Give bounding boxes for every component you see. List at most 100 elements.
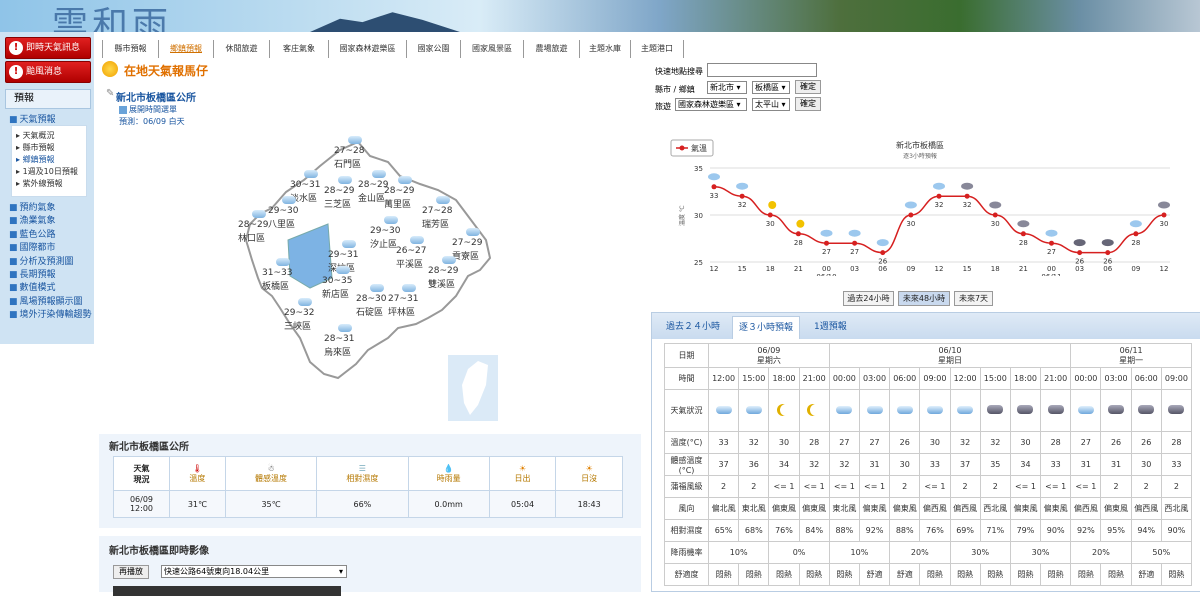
quick-search-input[interactable] [707,63,817,77]
tab-3h-forecast[interactable]: 逐３小時預報 [732,316,801,339]
nav-item[interactable]: 藍色公路 [9,229,93,242]
tab-township-forecast[interactable]: 鄉鎮預報 [158,40,213,58]
confirm-button[interactable]: 確定 [795,80,821,94]
tab-leisure[interactable]: 休閒旅遊 [213,40,269,58]
district-label[interactable]: 三峽區 [284,319,311,332]
weather-cell [1009,389,1042,432]
x-tick-label: 09 [1131,265,1140,273]
district-label[interactable]: 汐止區 [370,237,397,250]
submenu-item[interactable]: ▸ 縣市預報 [12,142,86,154]
district-label[interactable]: 新店區 [322,287,349,300]
travel-type-select[interactable]: 國家森林遊樂區 ▾ [675,98,747,111]
expand-time-menu[interactable]: 展開時間選單 [119,104,177,115]
moon-icon [810,404,822,416]
realtime-weather-button[interactable]: ! 即時天氣訊息 [5,37,91,59]
range-24h-button[interactable]: 過去24小時 [843,291,894,306]
replay-button[interactable]: 再播放 [113,565,149,579]
tab-weekly[interactable]: 1週預報 [814,319,847,332]
district-label[interactable]: 平溪區 [396,257,423,270]
district-label[interactable]: 石碇區 [356,305,383,318]
cloud-icon [336,266,350,274]
district-label[interactable]: 烏來區 [324,345,351,358]
humidity-cell: 76% [919,519,951,542]
district-temp: 29~30 [370,226,401,236]
nav-item[interactable]: 境外汙染傳輸趨勢 [9,309,93,322]
tab-national-park[interactable]: 國家公園 [406,40,460,58]
district-label[interactable]: 板橋區 [262,279,289,292]
submenu-item-current[interactable]: ▸ 鄉鎮預報 [12,154,86,166]
date-label: 06/11 [1041,273,1061,276]
data-label: 26 [1103,258,1112,266]
tab-harbor[interactable]: 主題港口 [630,40,684,58]
nav-submenu: ▸ 天氣概況 ▸ 縣市預報 ▸ 鄉鎮預報 ▸ 1週及10日預報 ▸ 紫外線預報 [11,125,87,197]
table-row: 相對濕度 65% 68% 76% 84% 88% 92% 88% 76% 69% 71% 79% 90%… [664,519,1193,542]
nav-item[interactable]: 數值模式 [9,282,93,295]
weather-cell [828,389,860,432]
humidity-cell: 88% [889,519,921,542]
tab-hakka[interactable]: 客庄氣象 [269,40,328,58]
district-label[interactable]: 三芝區 [324,197,351,210]
data-label: 30 [906,220,915,228]
submenu-item[interactable]: ▸ 天氣概況 [12,130,86,142]
range-48h-button[interactable]: 未來48小時 [898,291,950,306]
data-label: 32 [935,201,944,209]
row-label: 溫度(°C) [664,431,709,454]
beaufort-cell: <= 1 [919,475,951,498]
tab-past-24h[interactable]: 過去２４小時 [666,319,720,332]
tab-forest[interactable]: 國家森林遊樂區 [328,40,406,58]
alert-icon: ! [9,65,23,79]
row-label: 風向 [664,497,709,520]
temp-cell: 27 [1070,431,1102,454]
district-select[interactable]: 板橋區 ▾ [752,81,790,94]
tab-scenic[interactable]: 國家風景區 [460,40,523,58]
district-label[interactable]: 金山區 [358,191,385,204]
chart-subtitle: 逐3小時預報 [903,152,937,160]
typhoon-news-button[interactable]: ! 颱風消息 [5,61,91,83]
site-logo[interactable]: 雲和雨 [52,0,172,32]
district-label[interactable]: 雙溪區 [428,277,455,290]
nav-item[interactable]: 漁業氣象 [9,215,93,228]
nav-item[interactable]: 分析及預測圖 [9,256,93,269]
cloud-icon [410,236,424,244]
comfort-cell: 悶熱 [1100,563,1132,586]
tab-farm[interactable]: 農場旅遊 [523,40,579,58]
weather-cell [858,389,891,432]
chart-svg: 氣溫 新北市板橋區逐3小時預報溫度 ℃ 25 30 35 12 15 18 21 00 03 06 09… [670,139,1170,281]
time-cell: 18:00 [768,367,800,390]
county-select[interactable]: 新北市 ▾ [707,81,747,94]
district-temp: 27~31 [388,294,419,304]
tab-reservoir[interactable]: 主題水庫 [579,40,630,58]
district-map: 27~28 石門區 30~31 淡水區 28~29 三芝區 28~29 金山區 28~29 萬里區… [228,128,498,383]
raindrop-icon: 💧 [443,463,454,473]
district-label[interactable]: 坪林區 [388,305,415,318]
confirm-button[interactable]: 確定 [795,97,821,111]
district-label[interactable]: 石門區 [334,157,361,170]
humidity-cell: 69% [949,519,981,542]
sunset-icon: ☀ [585,463,593,473]
range-7d-button[interactable]: 未來7天 [954,291,993,306]
submenu-item[interactable]: ▸ 1週及10日預報 [12,166,86,178]
district-label[interactable]: 貢寮區 [452,249,479,262]
data-point [1161,212,1167,218]
district-label[interactable]: 八里區 [268,217,295,230]
submenu-item[interactable]: ▸ 紫外線預報 [12,178,86,190]
temp-cell: 30 [1009,431,1042,454]
tab-county-forecast[interactable]: 縣市預報 [102,40,158,58]
data-label: 30 [766,220,775,228]
weather-cell [889,389,921,432]
cloud-icon [276,258,290,266]
nav-item[interactable]: 國際都市 [9,242,93,255]
cloud-icon [304,170,318,178]
nav-item-weather-forecast[interactable]: 天氣預報 [9,112,56,125]
district-label[interactable]: 瑞芳區 [422,217,449,230]
district-label[interactable]: 林口區 [238,231,265,244]
table-row: 時間 12:00 15:00 18:00 21:00 00:00 03:00 06:00 09:… [664,367,1193,390]
data-label: 32 [738,201,747,209]
camera-select[interactable]: 快速公路64號東向18.04公里 ▾ [161,565,347,578]
travel-place-select[interactable]: 太平山 ▾ [752,98,790,111]
nav-item[interactable]: 預約氣象 [9,202,93,215]
nav-item[interactable]: 風場預報顯示圖 [9,296,93,309]
nav-item[interactable]: 長期預報 [9,269,93,282]
district-label[interactable]: 萬里區 [384,197,411,210]
y-tick-label: 35 [694,165,703,173]
